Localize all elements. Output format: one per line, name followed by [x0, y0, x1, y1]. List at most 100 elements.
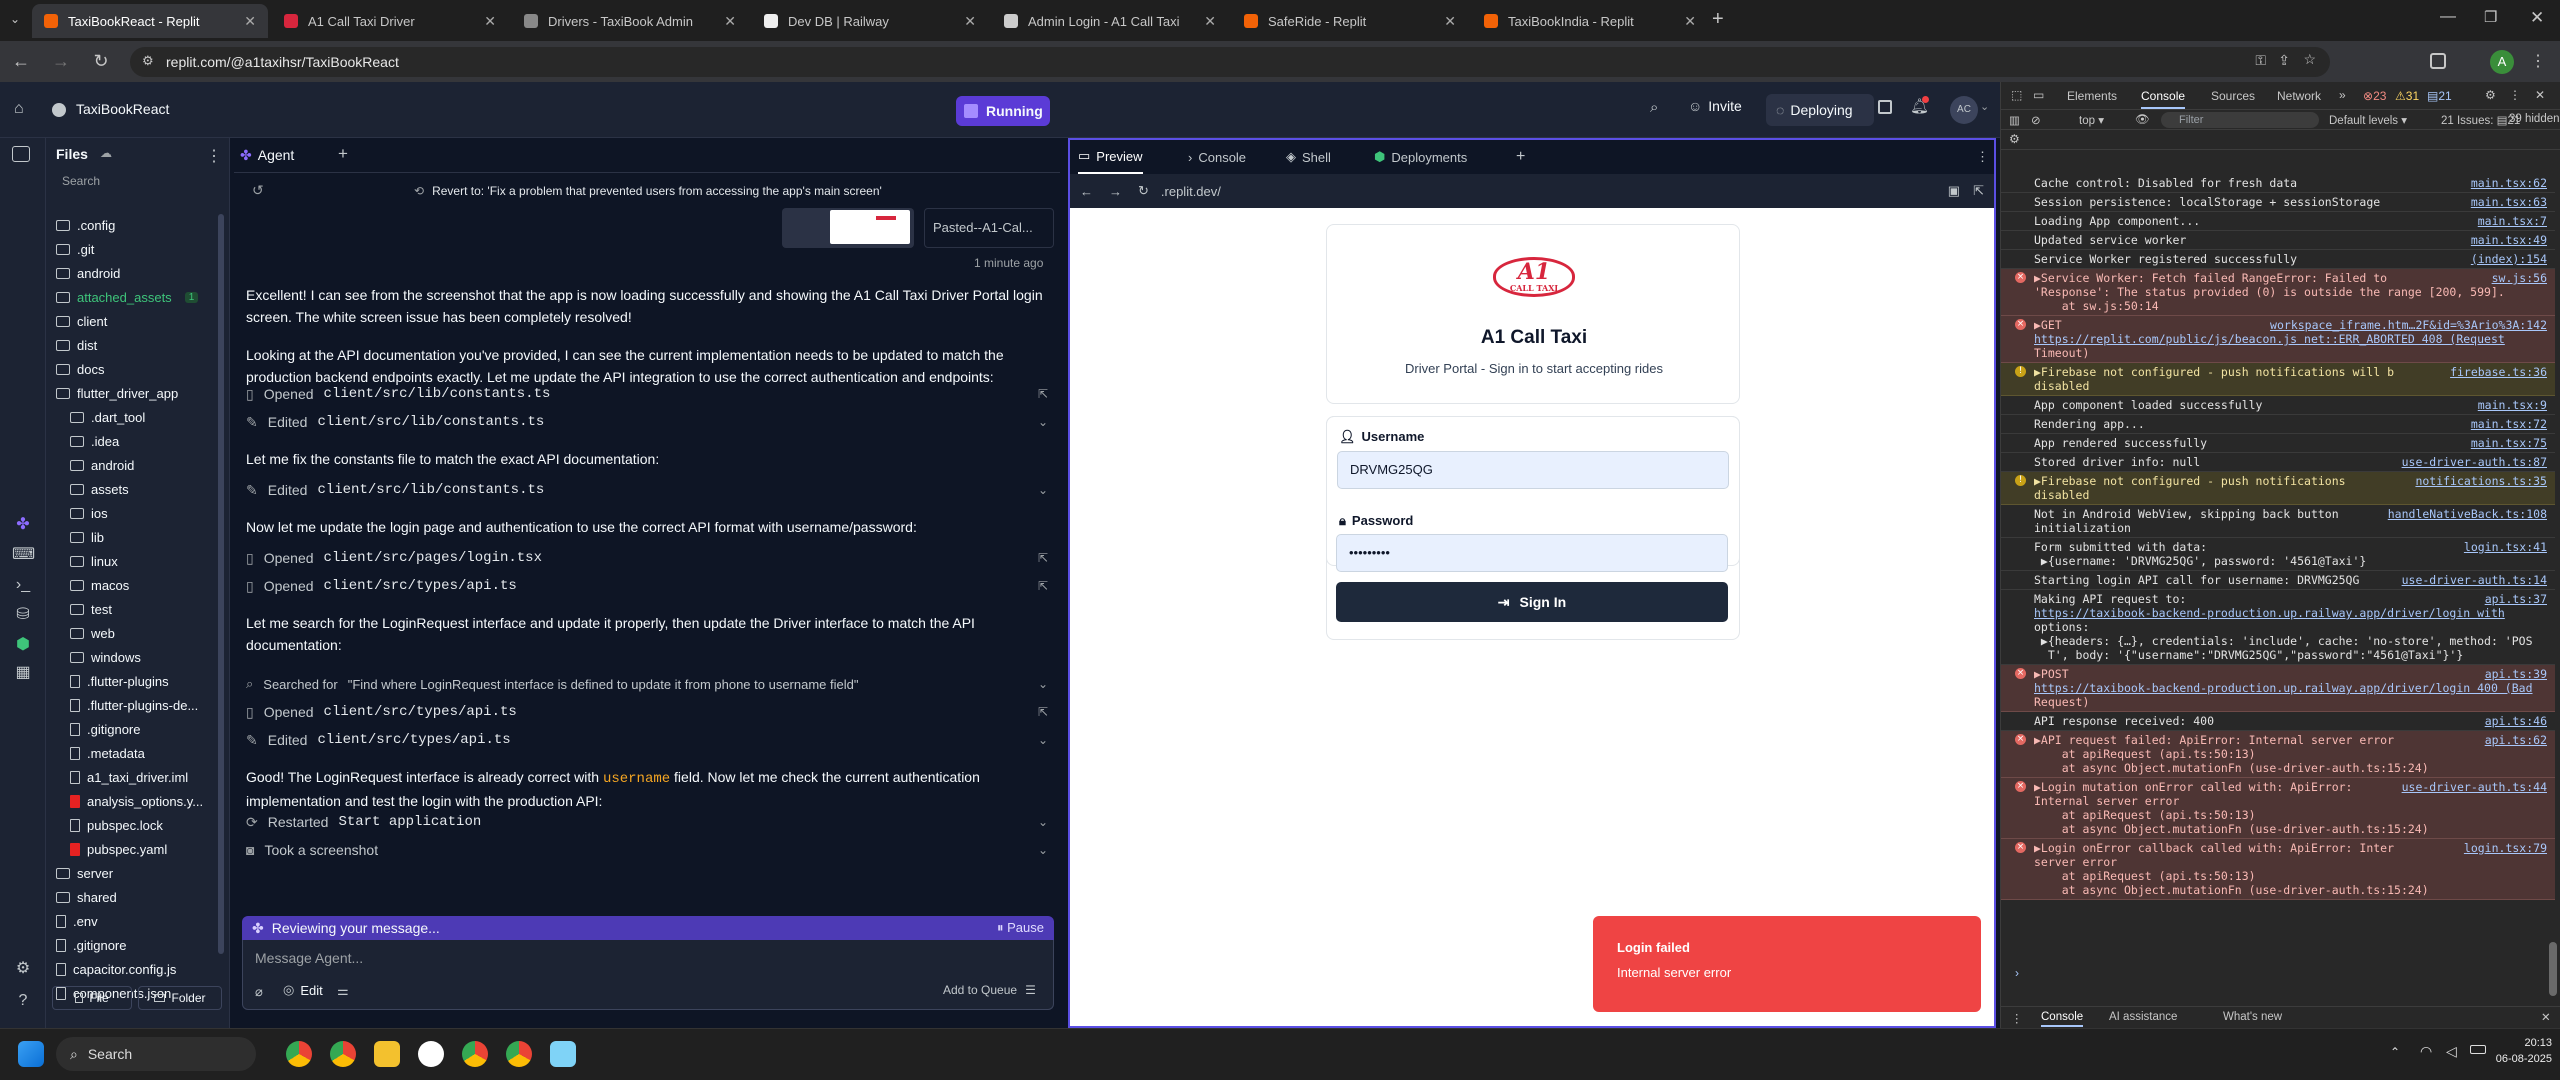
- devices-icon[interactable]: ▣: [1948, 183, 1960, 199]
- chrome-active-taskbar-icon[interactable]: [506, 1041, 532, 1067]
- action-row[interactable]: ⌕ Searched for "Find where LoginRequest in…: [246, 672, 1056, 696]
- devtools-settings-icon[interactable]: ⚙: [2485, 88, 2496, 102]
- action-row[interactable]: ▯ Opened client/src/types/api.ts ⇱: [246, 574, 1056, 598]
- console-log-row[interactable]: Rendering app... main.tsx:72: [2001, 415, 2555, 434]
- folder-item[interactable]: .git: [56, 238, 94, 260]
- console-source-link[interactable]: notifications.ts:35: [2411, 474, 2547, 488]
- drawer-tab-whats-new[interactable]: What's new: [2223, 1011, 2282, 1023]
- home-icon[interactable]: ⌂: [14, 100, 24, 118]
- new-file-button[interactable]: File: [52, 986, 132, 1010]
- folder-item[interactable]: server: [56, 862, 113, 884]
- folder-item[interactable]: .config: [56, 214, 115, 236]
- console-source-link[interactable]: login.tsx:41: [2460, 540, 2547, 554]
- folder-item[interactable]: .dart_tool: [70, 406, 145, 428]
- console-warning-row[interactable]: ! ▶Firebase not configured - push notific…: [2001, 363, 2555, 396]
- file-item[interactable]: pubspec.lock: [70, 814, 163, 836]
- add-pane-icon[interactable]: +: [1516, 140, 1525, 174]
- console-log-row[interactable]: Cache control: Disabled for fresh data ma…: [2001, 174, 2555, 193]
- close-window-button[interactable]: ✕: [2530, 8, 2544, 28]
- start-menu-icon[interactable]: [18, 1041, 44, 1067]
- console-log-row[interactable]: Making API request to: https://taxibook-b…: [2001, 590, 2555, 665]
- console-source-link[interactable]: use-driver-auth.ts:44: [2397, 780, 2547, 794]
- console-log-row[interactable]: Session persistence: localStorage + sess…: [2001, 193, 2555, 212]
- devtab-console[interactable]: Console: [2141, 89, 2186, 109]
- file-item[interactable]: analysis_options.y...: [70, 790, 203, 812]
- console-log-row[interactable]: Service Worker registered successfully (i…: [2001, 250, 2555, 269]
- console-log-row[interactable]: App rendered successfully main.tsx:75: [2001, 434, 2555, 453]
- folder-item[interactable]: web: [70, 622, 115, 644]
- tab-close-icon[interactable]: ✕: [1204, 13, 1216, 30]
- preview-forward-icon[interactable]: →: [1109, 184, 1122, 199]
- console-source-link[interactable]: handleNativeBack.ts:108: [2384, 507, 2547, 521]
- folder-item[interactable]: linux: [70, 550, 118, 572]
- console-error-row[interactable]: × ▶API request failed: ApiError: Internal…: [2001, 731, 2555, 778]
- browser-menu-icon[interactable]: ⋮: [2530, 51, 2546, 71]
- folder-item[interactable]: macos: [70, 574, 129, 596]
- avatar-chevron-icon[interactable]: ⌄: [1980, 100, 1989, 113]
- console-source-link[interactable]: login.tsx:79: [2459, 841, 2547, 855]
- console-source-link[interactable]: main.tsx:63: [2467, 195, 2547, 209]
- console-source-link[interactable]: main.tsx:62: [2467, 176, 2547, 190]
- file-explorer-taskbar-icon[interactable]: [374, 1041, 400, 1067]
- console-scrollbar[interactable]: [2549, 942, 2557, 996]
- pasted-thumbnail[interactable]: [782, 208, 914, 248]
- tray-chevron-icon[interactable]: ⌃: [2390, 1045, 2400, 1059]
- tab-close-icon[interactable]: ✕: [964, 13, 976, 30]
- chrome-profile-taskbar-icon[interactable]: [330, 1041, 356, 1067]
- action-row[interactable]: ⟳ Restarted Start application ⌄: [246, 810, 1056, 834]
- file-item[interactable]: .env: [56, 910, 98, 932]
- tab-close-icon[interactable]: ✕: [724, 13, 736, 30]
- reload-icon[interactable]: ↻: [88, 48, 114, 74]
- drawer-menu-icon[interactable]: ⋮: [2011, 1011, 2023, 1025]
- tab-console[interactable]: › Console: [1188, 140, 1246, 174]
- folder-item[interactable]: attached_assets 1: [56, 286, 199, 308]
- console-prompt[interactable]: ›: [2015, 966, 2019, 980]
- chevron-down-icon[interactable]: ⌄: [1038, 815, 1048, 829]
- folder-item[interactable]: windows: [70, 646, 141, 668]
- bookmark-star-icon[interactable]: ☆: [2303, 51, 2316, 68]
- console-warning-row[interactable]: ! ▶Firebase not configured - push notific…: [2001, 472, 2555, 505]
- info-count-badge[interactable]: ▤21: [2427, 89, 2452, 103]
- error-count-badge[interactable]: ⊗23: [2363, 89, 2386, 103]
- action-row[interactable]: ▯ Opened client/src/lib/constants.ts ⇱: [246, 382, 1056, 406]
- console-error-row[interactable]: × ▶GET https://replit.com/public/js/beacon…: [2001, 316, 2555, 363]
- folder-item[interactable]: docs: [56, 358, 104, 380]
- tab-deployments[interactable]: ⬢ Deployments: [1374, 140, 1467, 174]
- message-input[interactable]: Message Agent...: [255, 950, 363, 966]
- browser-tab[interactable]: TaxiBookIndia - Replit ✕: [1472, 4, 1708, 38]
- tab-preview[interactable]: ▭ Preview: [1078, 140, 1143, 174]
- publish-icon[interactable]: [1878, 100, 1892, 114]
- tab-close-icon[interactable]: ✕: [244, 13, 256, 30]
- message-composer[interactable]: Message Agent... ⌀ ◎ Edit ⚌ Add to Queue ☰: [242, 940, 1054, 1010]
- folder-item[interactable]: .idea: [70, 430, 119, 452]
- browser-tab[interactable]: TaxiBookReact - Replit ✕: [32, 4, 268, 38]
- browser-tab[interactable]: SafeRide - Replit ✕: [1232, 4, 1468, 38]
- pause-button[interactable]: ⏸︎ Pause: [997, 920, 1044, 936]
- console-source-link[interactable]: use-driver-auth.ts:87: [2398, 455, 2547, 469]
- console-source-link[interactable]: api.ts:46: [2481, 714, 2547, 728]
- open-external-icon[interactable]: ⇱: [1038, 551, 1048, 565]
- chevron-down-icon[interactable]: ⌄: [1038, 415, 1048, 429]
- app-taskbar-icon[interactable]: [418, 1041, 444, 1067]
- password-key-icon[interactable]: ⚿: [2255, 52, 2266, 69]
- console-source-link[interactable]: main.tsx:72: [2467, 417, 2547, 431]
- open-external-icon[interactable]: ⇱: [1038, 579, 1048, 593]
- site-info-icon[interactable]: ⚙: [142, 53, 154, 69]
- console-source-link[interactable]: main.tsx:49: [2467, 233, 2547, 247]
- devtab-network[interactable]: Network: [2277, 89, 2321, 103]
- invite-button[interactable]: ☺ Invite: [1688, 98, 1742, 114]
- user-avatar[interactable]: AC: [1950, 96, 1978, 124]
- back-icon[interactable]: ←: [8, 48, 34, 74]
- devtab-elements[interactable]: Elements: [2067, 89, 2117, 103]
- console-source-link[interactable]: (index):154: [2467, 252, 2547, 266]
- chrome-taskbar-icon[interactable]: [286, 1041, 312, 1067]
- console-filter-input[interactable]: Filter: [2161, 112, 2319, 128]
- share-icon[interactable]: ⇪: [2278, 52, 2290, 69]
- new-folder-button[interactable]: Folder: [138, 986, 222, 1010]
- console-error-row[interactable]: × ▶Login mutation onError called with: Ap…: [2001, 778, 2555, 839]
- folder-item[interactable]: client: [56, 310, 107, 332]
- folder-item[interactable]: test: [70, 598, 112, 620]
- tab-close-icon[interactable]: ✕: [484, 13, 496, 30]
- console-log-row[interactable]: Starting login API call for username: DR…: [2001, 571, 2555, 590]
- console-source-link[interactable]: api.ts:37: [2481, 592, 2547, 606]
